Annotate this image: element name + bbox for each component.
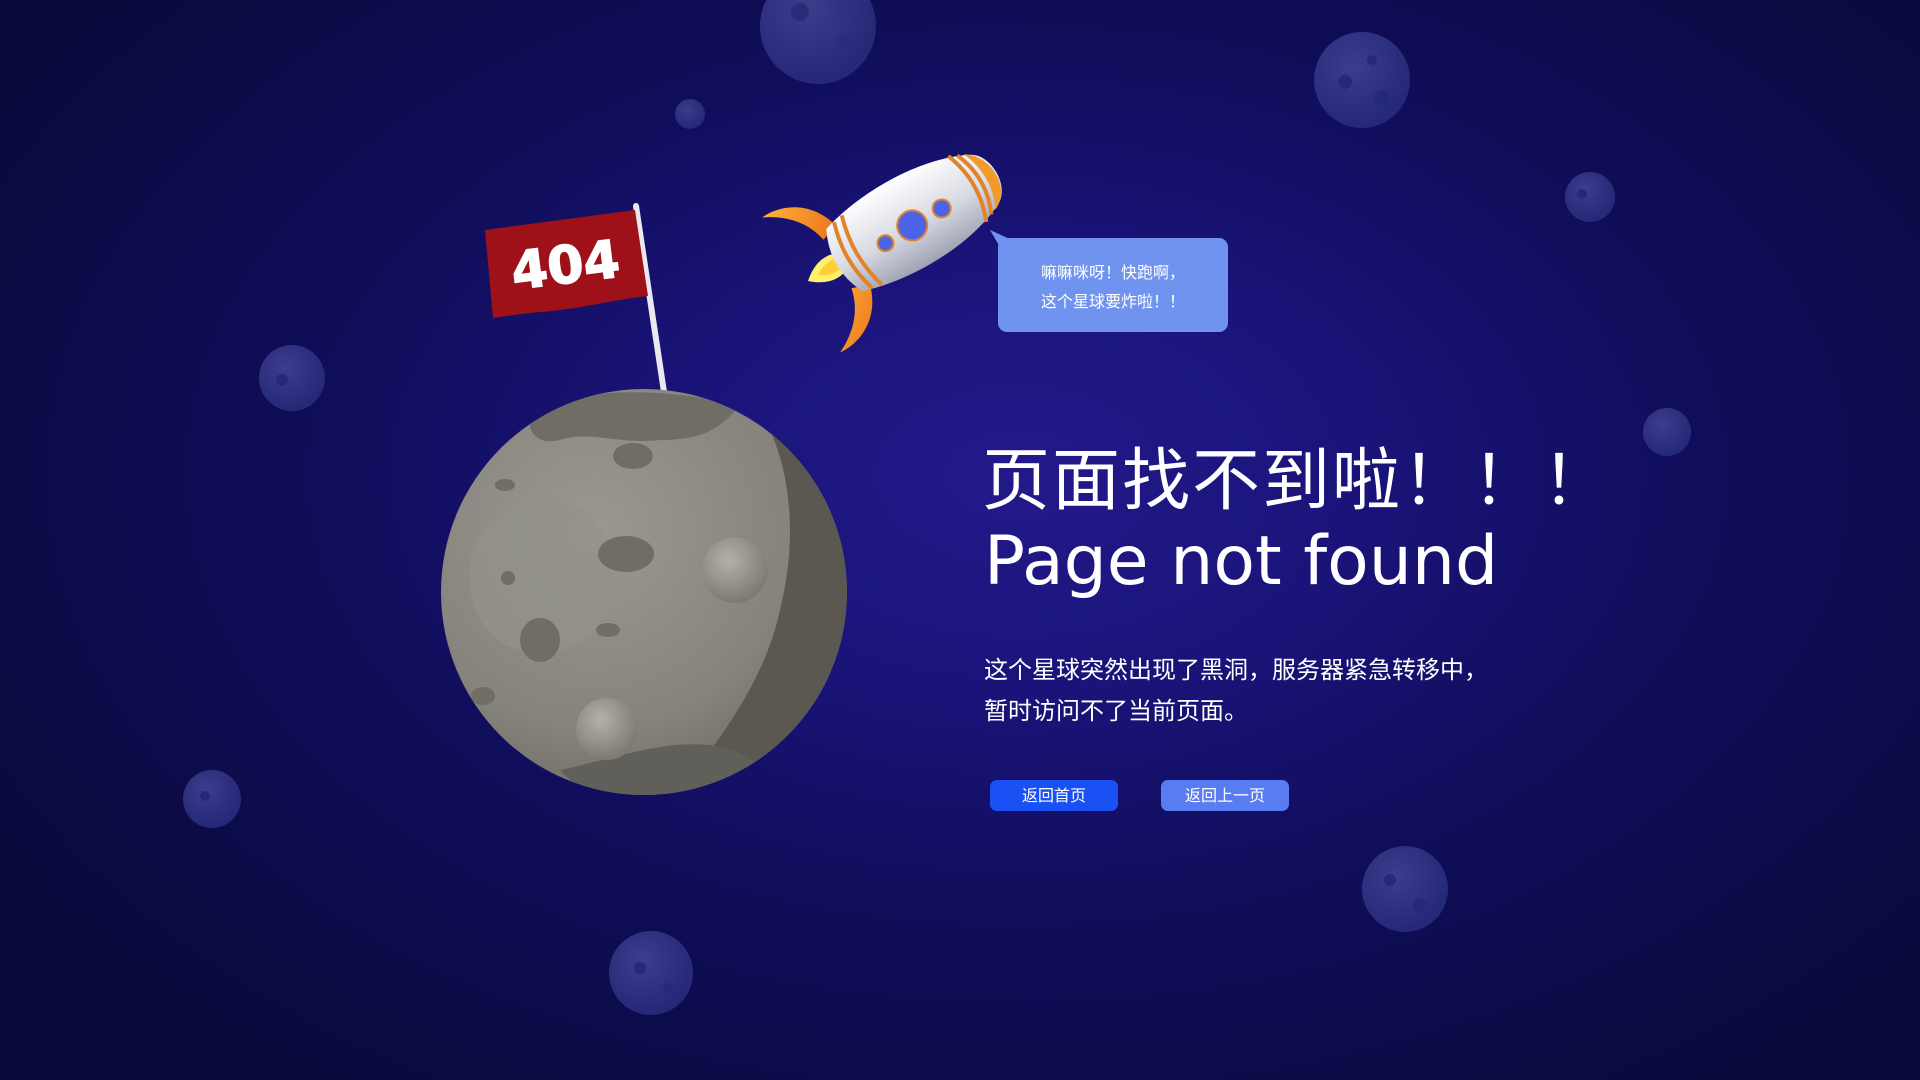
speech-bubble: 嘛嘛咪呀！快跑啊， 这个星球要炸啦！！ xyxy=(998,238,1228,332)
bubble-line-1: 嘛嘛咪呀！快跑啊， xyxy=(1040,263,1185,282)
background-planet-icon xyxy=(609,931,693,1015)
error-description: 这个星球突然出现了黑洞，服务器紧急转移中， 暂时访问不了当前页面。 xyxy=(984,650,1488,732)
bubble-line-2: 这个星球要炸啦！！ xyxy=(1040,292,1185,311)
background-planet-icon xyxy=(760,0,876,84)
back-button[interactable]: 返回上一页 xyxy=(1161,780,1289,811)
background-planet-icon xyxy=(1643,408,1691,456)
description-line-1: 这个星球突然出现了黑洞，服务器紧急转移中， xyxy=(984,656,1488,684)
moon-planet-icon xyxy=(441,389,847,795)
description-line-2: 暂时访问不了当前页面。 xyxy=(984,697,1248,725)
page-title-en: Page not found xyxy=(984,522,1499,601)
background-planet-icon xyxy=(1565,172,1615,222)
background-planet-icon xyxy=(1314,32,1410,128)
home-button[interactable]: 返回首页 xyxy=(990,780,1118,811)
background-planet-icon xyxy=(1362,846,1448,932)
page-title-zh: 页面找不到啦！！！ xyxy=(982,442,1613,521)
flag-404-icon: 404 xyxy=(485,203,667,395)
background-planet-icon xyxy=(259,345,325,411)
rocket-icon xyxy=(762,153,1002,353)
space-scene: 404 xyxy=(183,0,1691,1015)
background-planet-icon xyxy=(183,770,241,828)
background-planet-icon xyxy=(675,99,705,129)
